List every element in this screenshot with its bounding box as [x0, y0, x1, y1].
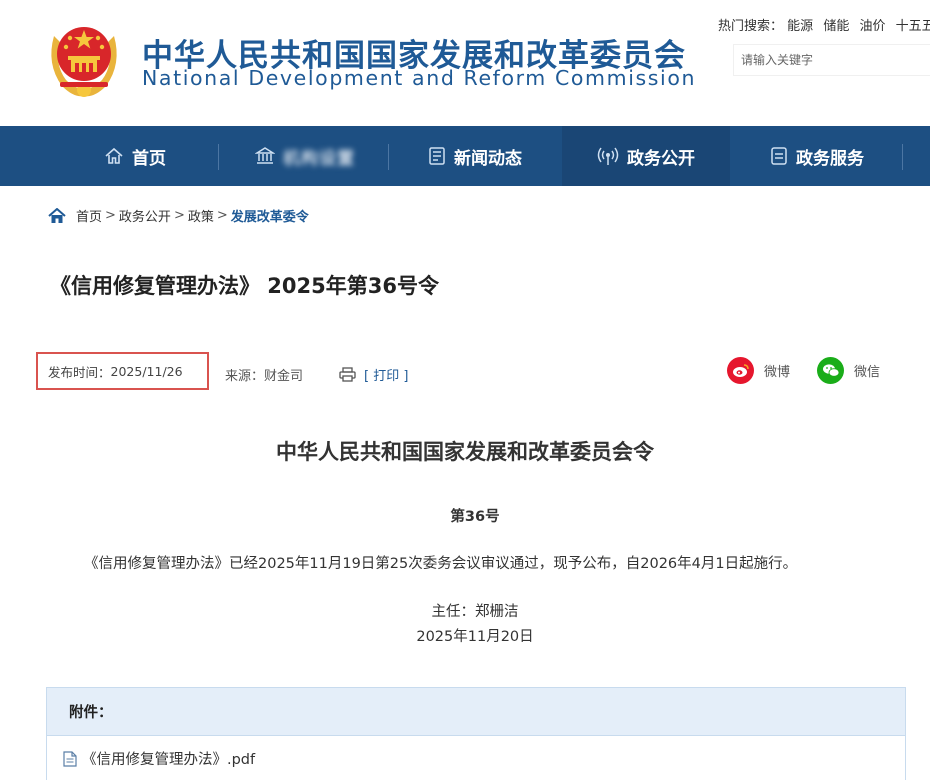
- nav-divider: [902, 144, 903, 170]
- nav-item-label: 政务服务: [796, 148, 864, 169]
- breadcrumb-separator: >: [216, 208, 228, 223]
- article-source: 来源：财金司: [225, 365, 303, 384]
- attachment-filename: 《信用修复管理办法》.pdf: [82, 752, 256, 768]
- article-meta: 发布时间： 2025/11/26 来源：财金司 [ 打印 ] 微博 微信: [36, 352, 896, 392]
- document-number: 第36号: [450, 509, 500, 525]
- breadcrumb-item[interactable]: 政策: [188, 206, 214, 225]
- breadcrumb-item-current[interactable]: 发展改革委令: [231, 206, 309, 225]
- service-icon: [771, 147, 787, 165]
- search-input[interactable]: [734, 45, 930, 75]
- breadcrumb-separator: >: [173, 208, 185, 223]
- nav-divider: [218, 144, 219, 170]
- nav-divider: [388, 144, 389, 170]
- search-box: [733, 44, 930, 76]
- publish-date-highlight: 发布时间： 2025/11/26: [36, 352, 209, 390]
- nav-item-services[interactable]: 政务服务: [742, 126, 892, 186]
- publish-date: 2025/11/26: [110, 363, 183, 379]
- source-label: 来源：: [225, 369, 265, 384]
- file-icon: [63, 750, 77, 767]
- breadcrumb: 首页 > 政务公开 > 政策 > 发展改革委令: [48, 206, 309, 225]
- home-icon: [105, 147, 123, 164]
- hot-search-term[interactable]: 油价: [859, 19, 885, 34]
- publish-date-label: 发布时间：: [48, 364, 111, 380]
- news-icon: [429, 147, 445, 165]
- attachments-heading: 附件：: [47, 688, 905, 736]
- nav-item-news[interactable]: 新闻动态: [400, 126, 550, 186]
- document-body: 《信用修复管理办法》已经2025年11月19日第25次委务会议审议通过，现予公布…: [84, 556, 798, 572]
- hot-search: 热门搜索： 能源 储能 油价 十五五: [718, 15, 930, 34]
- print-label: [ 打印 ]: [364, 369, 409, 384]
- hot-search-term[interactable]: 能源: [787, 19, 813, 34]
- nav-item-organization[interactable]: 机构设置: [230, 126, 380, 186]
- site-header: 中华人民共和国国家发展和改革委员会 National Development a…: [0, 0, 930, 126]
- share-wechat-button[interactable]: 微信: [817, 357, 880, 384]
- share-weibo-button[interactable]: 微博: [727, 357, 790, 384]
- attachment-link[interactable]: 《信用修复管理办法》.pdf: [63, 748, 255, 769]
- nav-item-label: 首页: [132, 148, 166, 169]
- nav-item-home[interactable]: 首页: [60, 126, 210, 186]
- nav-item-government-affairs[interactable]: 政务公开: [562, 126, 730, 186]
- building-icon: [255, 147, 275, 164]
- hot-search-term[interactable]: 储能: [823, 19, 849, 34]
- national-emblem-logo[interactable]: [44, 16, 124, 102]
- document-heading: 中华人民共和国国家发展和改革委员会令: [276, 440, 654, 464]
- breadcrumb-separator: >: [105, 208, 116, 223]
- nav-item-label: 机构设置: [283, 148, 355, 169]
- site-title-english[interactable]: National Development and Reform Commissi…: [142, 66, 696, 90]
- article-title: 《信用修复管理办法》 2025年第36号令: [50, 274, 439, 298]
- share-wechat-label: 微信: [854, 365, 881, 380]
- source-value: 财金司: [264, 369, 304, 384]
- breadcrumb-item[interactable]: 首页: [76, 206, 102, 225]
- nav-item-label: 新闻动态: [454, 148, 522, 169]
- hot-search-label: 热门搜索：: [718, 19, 784, 34]
- weibo-icon: [727, 357, 754, 384]
- printer-icon: [339, 367, 356, 382]
- print-button[interactable]: [ 打印 ]: [339, 365, 408, 384]
- attachments-panel: 附件： 《信用修复管理办法》.pdf: [46, 687, 906, 780]
- main-nav: 首页 机构设置 新闻动态 政务公开 政务服务: [0, 126, 930, 186]
- hot-search-term[interactable]: 十五五: [896, 19, 930, 34]
- document-signature: 主任：郑栅洁 2025年11月20日: [0, 600, 930, 650]
- home-icon[interactable]: [48, 207, 66, 224]
- breadcrumb-item[interactable]: 政务公开: [119, 206, 171, 225]
- nav-item-label: 政务公开: [627, 148, 695, 169]
- wechat-icon: [817, 357, 844, 384]
- signatory: 主任：郑栅洁: [431, 604, 519, 620]
- share-weibo-label: 微博: [764, 365, 791, 380]
- broadcast-icon: [597, 147, 619, 165]
- sign-date: 2025年11月20日: [416, 629, 534, 645]
